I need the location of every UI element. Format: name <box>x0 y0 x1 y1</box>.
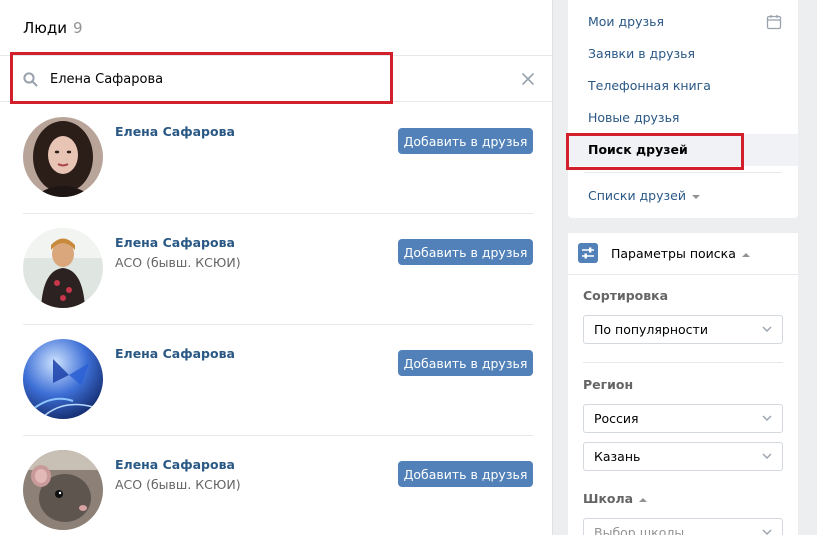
page-title: Люди <box>23 19 68 37</box>
person-name[interactable]: Елена Сафарова <box>115 124 235 139</box>
sliders-icon <box>578 243 598 263</box>
filters-title: Параметры поиска <box>611 246 750 261</box>
person-school: АСО (бывш. КСЮИ) <box>115 477 241 492</box>
country-select[interactable]: Россия <box>583 404 783 433</box>
person-school: АСО (бывш. КСЮИ) <box>115 255 241 270</box>
chevron-up-icon <box>639 497 648 502</box>
avatar[interactable] <box>23 339 103 419</box>
list-item: Елена Сафарова Добавить в друзья <box>23 103 533 214</box>
school-select-placeholder: Выбор школы <box>594 525 685 535</box>
search-input[interactable] <box>50 68 490 90</box>
chevron-down-icon <box>762 529 772 535</box>
person-name[interactable]: Елена Сафарова <box>115 457 235 472</box>
chevron-down-icon <box>762 453 772 459</box>
people-list: Елена Сафарова Добавить в друзья Елена С… <box>0 103 553 535</box>
sidebar-item-friend-lists[interactable]: Списки друзей <box>568 180 798 212</box>
sort-label: Сортировка <box>583 288 669 303</box>
sidebar-item-label: Заявки в друзья <box>588 46 696 61</box>
page-header: Люди 9 <box>0 0 552 56</box>
sidebar-item-phonebook[interactable]: Телефонная книга <box>568 70 798 102</box>
list-item: Елена Сафарова Добавить в друзья <box>23 325 533 436</box>
region-label: Регион <box>583 377 634 392</box>
people-search-panel: Люди 9 Елена Сафарова Елена Сафарова Доб… <box>0 0 553 535</box>
sidebar-item-label: Новые друзья <box>588 110 680 125</box>
search-icon <box>23 72 38 87</box>
calendar-icon[interactable] <box>766 14 782 30</box>
sidebar-item-my-friends[interactable]: Мои друзья <box>568 6 798 38</box>
sidebar-item-new-friends[interactable]: Новые друзья <box>568 102 798 134</box>
sort-select-value: По популярности <box>594 322 708 337</box>
add-friend-button[interactable]: Добавить в друзья <box>398 350 533 376</box>
city-select-value: Казань <box>594 449 641 464</box>
friends-nav: Мои друзья Заявки в друзья Телефонная кн… <box>568 0 798 218</box>
sidebar-item-label: Поиск друзей <box>588 142 688 157</box>
avatar[interactable] <box>23 228 103 308</box>
divider <box>584 172 782 173</box>
chevron-up-icon <box>741 252 750 257</box>
school-label-text: Школа <box>583 491 634 506</box>
search-filters: Параметры поиска Сортировка По популярно… <box>568 233 798 535</box>
add-friend-button[interactable]: Добавить в друзья <box>398 239 533 265</box>
chevron-down-icon <box>762 326 772 332</box>
list-item: Елена Сафарова АСО (бывш. КСЮИ) Добавить… <box>23 436 533 535</box>
sidebar-item-label: Телефонная книга <box>588 78 711 93</box>
add-friend-button[interactable]: Добавить в друзья <box>398 128 533 154</box>
person-name[interactable]: Елена Сафарова <box>115 346 235 361</box>
country-select-value: Россия <box>594 411 639 426</box>
sort-select[interactable]: По популярности <box>583 315 783 344</box>
sidebar-item-label: Списки друзей <box>588 188 686 203</box>
school-label[interactable]: Школа <box>583 491 648 506</box>
chevron-down-icon <box>762 415 772 421</box>
person-name[interactable]: Елена Сафарова <box>115 235 235 250</box>
close-icon[interactable] <box>521 72 535 86</box>
list-item: Елена Сафарова АСО (бывш. КСЮИ) Добавить… <box>23 214 533 325</box>
results-count: 9 <box>73 19 83 37</box>
sidebar-item-find-friends[interactable]: Поиск друзей <box>568 134 798 166</box>
city-select[interactable]: Казань <box>583 442 783 471</box>
sidebar-item-label: Мои друзья <box>588 14 665 29</box>
sidebar-item-friend-requests[interactable]: Заявки в друзья <box>568 38 798 70</box>
add-friend-button[interactable]: Добавить в друзья <box>398 461 533 487</box>
avatar[interactable] <box>23 450 103 530</box>
search-bar <box>0 56 552 102</box>
chevron-down-icon <box>691 194 700 199</box>
school-select[interactable]: Выбор школы <box>583 518 783 535</box>
filters-title-text: Параметры поиска <box>611 246 736 261</box>
avatar[interactable] <box>23 117 103 197</box>
filters-header[interactable]: Параметры поиска <box>568 233 798 275</box>
divider <box>583 362 783 363</box>
